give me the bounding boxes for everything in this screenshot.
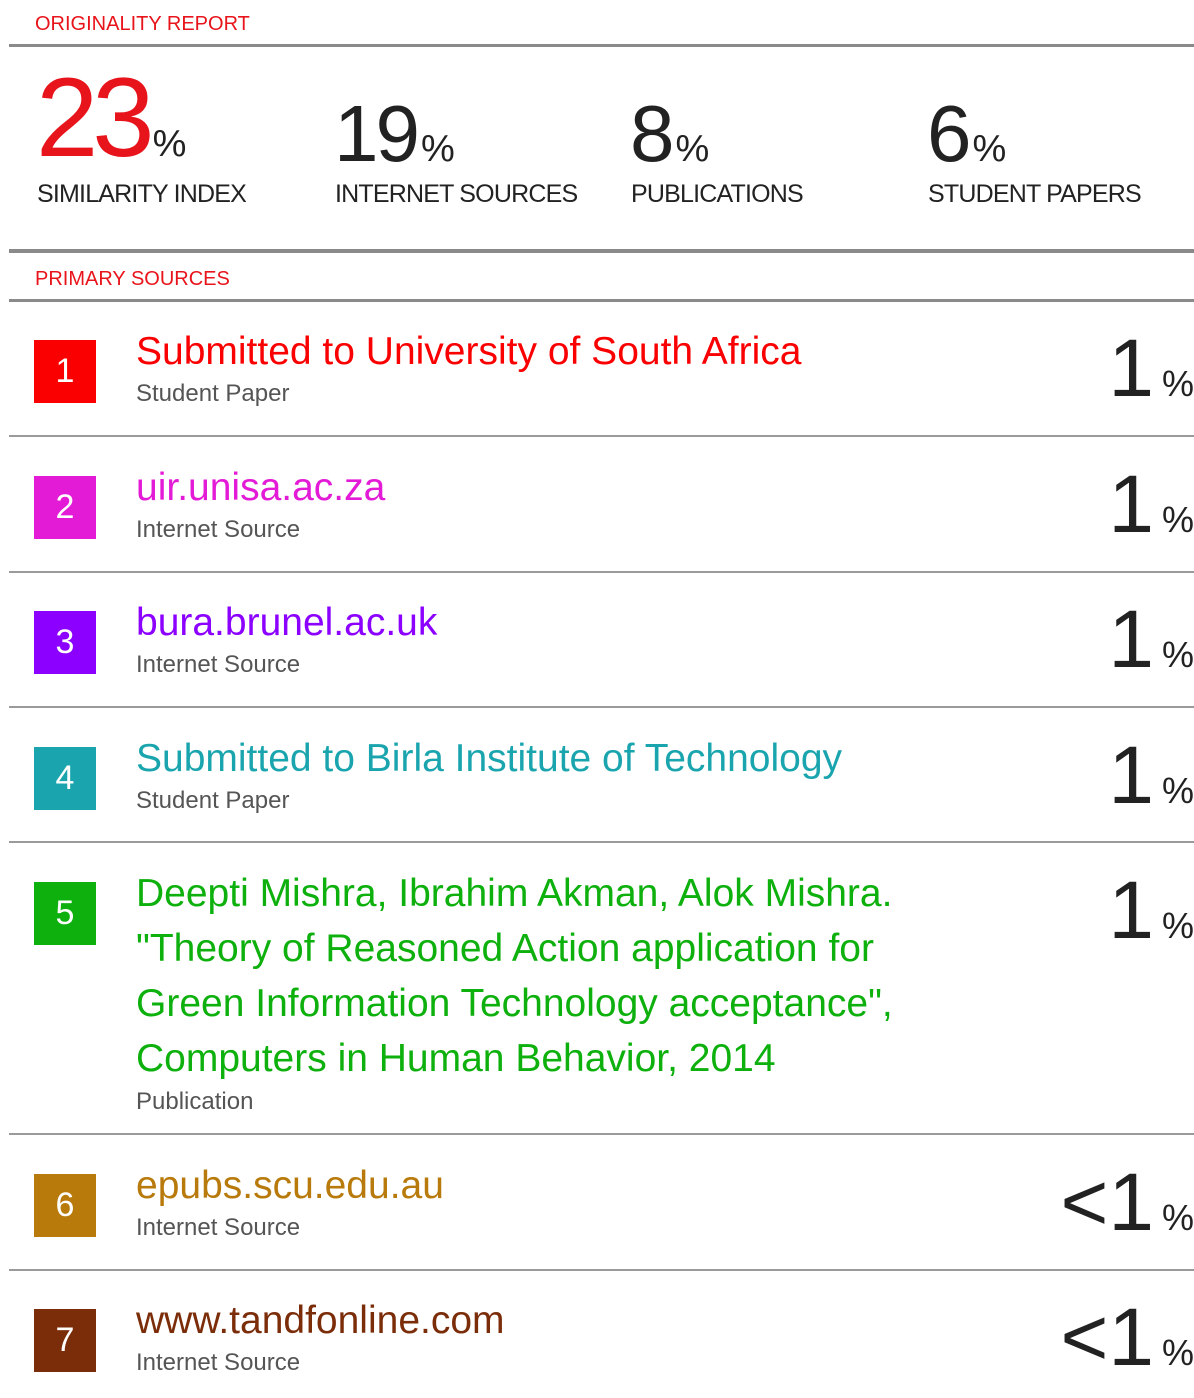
source-type: Publication <box>136 1088 254 1115</box>
source-rank-badge: 1 <box>34 340 96 403</box>
internet-sources-unit: % <box>420 128 455 170</box>
internet-sources-value: 19 <box>334 89 420 178</box>
divider <box>9 571 1194 573</box>
source-rank-badge: 5 <box>34 882 96 945</box>
source-title[interactable]: www.tandfonline.com <box>136 1293 505 1348</box>
similarity-index-label: SIMILARITY INDEX <box>37 180 247 208</box>
source-type: Internet Source <box>136 516 301 543</box>
source-share: 1% <box>1108 464 1194 546</box>
divider <box>9 841 1194 843</box>
source-rank-badge: 2 <box>34 476 96 539</box>
source-title[interactable]: Deepti Mishra, Ibrahim Akman, Alok Mishr… <box>136 866 986 1086</box>
source-rank-badge: 7 <box>34 1309 96 1372</box>
source-rank-badge: 6 <box>34 1174 96 1237</box>
source-share-unit: % <box>1161 770 1194 811</box>
divider <box>9 1269 1194 1271</box>
source-title[interactable]: uir.unisa.ac.za <box>136 460 385 515</box>
source-share: 1% <box>1108 870 1194 952</box>
source-share-unit: % <box>1161 905 1194 946</box>
source-title[interactable]: Submitted to Birla Institute of Technolo… <box>136 731 842 786</box>
divider <box>9 249 1194 253</box>
source-share-unit: % <box>1161 634 1194 675</box>
source-share-value: <1 <box>1060 1292 1154 1383</box>
source-type: Student Paper <box>136 380 290 407</box>
source-share-value: 1 <box>1108 594 1154 685</box>
publications-stat: 8% PUBLICATIONS <box>630 94 804 209</box>
divider <box>9 1133 1194 1135</box>
publications-unit: % <box>675 128 710 170</box>
source-title[interactable]: bura.brunel.ac.uk <box>136 595 437 650</box>
publications-value: 8 <box>630 89 674 178</box>
student-papers-unit: % <box>972 128 1007 170</box>
divider <box>9 435 1194 437</box>
source-title[interactable]: epubs.scu.edu.au <box>136 1158 444 1213</box>
source-share: 1% <box>1108 599 1194 681</box>
source-share-value: 1 <box>1108 459 1154 550</box>
divider <box>9 299 1194 302</box>
similarity-index-value: 23 <box>36 55 155 180</box>
source-type: Internet Source <box>136 651 301 678</box>
student-papers-label: STUDENT PAPERS <box>928 180 1142 208</box>
source-share-value: <1 <box>1060 1157 1154 1248</box>
source-share-value: 1 <box>1108 865 1154 956</box>
source-share-unit: % <box>1161 499 1194 540</box>
source-share-unit: % <box>1161 1332 1194 1373</box>
source-type: Student Paper <box>136 787 290 814</box>
source-type: Internet Source <box>136 1214 301 1241</box>
source-title[interactable]: Submitted to University of South Africa <box>136 324 801 379</box>
similarity-index-unit: % <box>152 123 187 165</box>
source-share: <1% <box>1060 1162 1194 1244</box>
source-share-value: 1 <box>1108 323 1154 414</box>
divider <box>9 706 1194 708</box>
source-share: 1% <box>1108 328 1194 410</box>
divider <box>9 44 1194 47</box>
source-rank-badge: 3 <box>34 611 96 674</box>
publications-label: PUBLICATIONS <box>631 180 804 208</box>
source-share-value: 1 <box>1108 730 1154 821</box>
internet-sources-stat: 19% INTERNET SOURCES <box>334 94 578 209</box>
source-share-unit: % <box>1161 1197 1194 1238</box>
source-type: Internet Source <box>136 1349 301 1376</box>
student-papers-value: 6 <box>927 89 971 178</box>
source-share-unit: % <box>1161 363 1194 404</box>
student-papers-stat: 6% STUDENT PAPERS <box>927 94 1142 209</box>
source-share: 1% <box>1108 735 1194 817</box>
source-rank-badge: 4 <box>34 747 96 810</box>
similarity-index-stat: 23% SIMILARITY INDEX <box>36 62 247 209</box>
primary-sources-heading: PRIMARY SOURCES <box>35 268 230 290</box>
internet-sources-label: INTERNET SOURCES <box>335 180 578 208</box>
originality-report-heading: ORIGINALITY REPORT <box>35 13 250 35</box>
source-share: <1% <box>1060 1297 1194 1379</box>
